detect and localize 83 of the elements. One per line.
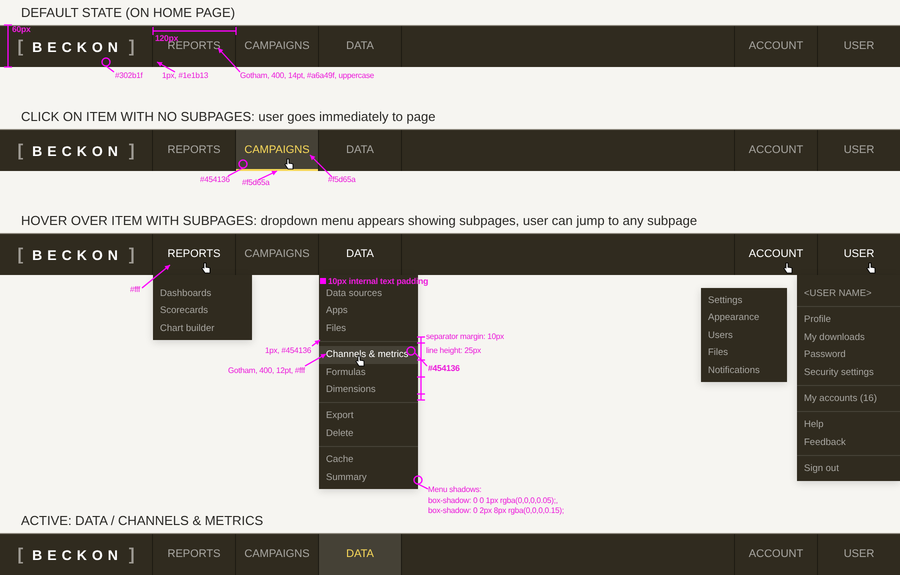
annotation-label: #f5d65a xyxy=(328,175,356,185)
hand-cursor-icon xyxy=(783,262,793,274)
annotation-label: 120px xyxy=(155,33,178,43)
section-heading: ACTIVE: DATA / CHANNELS & METRICS xyxy=(21,512,264,530)
logo[interactable]: [ BECKON ] xyxy=(17,138,134,164)
menu-item[interactable]: Data sources xyxy=(319,285,418,302)
menu-item[interactable]: Summary xyxy=(319,468,418,486)
annotation-label: #454136 xyxy=(200,175,230,185)
menu-item[interactable]: Cache xyxy=(319,451,418,469)
menu-item[interactable]: Dashboards xyxy=(153,285,252,302)
menu-item[interactable]: Security settings xyxy=(797,364,900,382)
nav-item[interactable]: DATA xyxy=(319,26,402,67)
dimension-line xyxy=(4,24,12,68)
nav-item[interactable]: DATA xyxy=(319,534,402,575)
callout-arrow xyxy=(304,353,326,367)
nav-item[interactable]: ACCOUNT xyxy=(734,130,817,171)
callout-marker xyxy=(101,57,114,72)
annotation-label: 1px, #1e1b13 xyxy=(162,71,208,81)
menu-item[interactable]: Help xyxy=(797,416,900,434)
menu-item[interactable]: Formulas xyxy=(319,364,418,382)
logo[interactable]: [ BECKON ] xyxy=(17,34,134,60)
menu-item[interactable]: Settings xyxy=(701,292,787,310)
annotation-label: box-shadow: 0 2px 8px rgba(0,0,0,0.15); xyxy=(428,506,564,516)
annotation-label: 1px, #454136 xyxy=(265,346,312,356)
callout-arrow xyxy=(142,264,170,288)
nav-item[interactable]: USER xyxy=(817,534,900,575)
menu-item[interactable]: Notifications xyxy=(701,362,787,380)
menu-item[interactable]: Delete xyxy=(319,424,418,442)
callout-arrow xyxy=(310,154,332,178)
menu-item[interactable]: Files xyxy=(701,344,787,362)
annotation-label: #302b1f xyxy=(115,71,143,81)
callout-marker xyxy=(228,159,248,177)
menu-item[interactable]: Profile xyxy=(797,311,900,329)
callout-arrow xyxy=(218,48,240,72)
section-heading: DEFAULT STATE (ON HOME PAGE) xyxy=(21,4,236,22)
annotation-label: Menu shadows: xyxy=(428,485,482,495)
menu-item[interactable]: Scorecards xyxy=(153,302,252,320)
menu-item[interactable]: Chart builder xyxy=(153,320,252,338)
annotation-label: #fff xyxy=(130,285,140,295)
menu-item[interactable]: Password xyxy=(797,346,900,364)
menu-item[interactable]: Files xyxy=(319,320,418,338)
logo[interactable]: [ BECKON ] xyxy=(17,242,134,268)
nav-item[interactable]: ACCOUNT xyxy=(734,26,817,67)
section-heading: HOVER OVER ITEM WITH SUBPAGES: dropdown menu appears showing subpages, user can jump to any subpage xyxy=(21,212,698,230)
annotation-label: box-shadow: 0 0 1px rgba(0,0,0,0.05);, xyxy=(428,496,558,506)
annotation-label: #f5d65a xyxy=(242,178,270,188)
menu-item[interactable]: Sign out xyxy=(797,460,900,478)
menu-item[interactable]: Apps xyxy=(319,302,418,320)
menu-item[interactable]: Users xyxy=(701,326,787,344)
annotation-label: separator margin: 10px xyxy=(426,332,504,342)
nav-item[interactable]: USER xyxy=(817,130,900,171)
nav-item[interactable]: CAMPAIGNS xyxy=(236,130,319,171)
menu-item[interactable]: Export xyxy=(319,407,418,425)
callout-arrow xyxy=(156,61,176,73)
nav-item[interactable]: DATA xyxy=(319,130,402,171)
hand-cursor-icon xyxy=(201,262,211,274)
annotation-label: line height: 25px xyxy=(426,346,481,356)
callout-arrow xyxy=(258,170,278,181)
annotation-label: Gotham, 400, 12pt, #fff xyxy=(228,366,305,376)
nav-item[interactable]: USER xyxy=(817,26,900,67)
menu-item[interactable]: Dimensions xyxy=(319,381,418,398)
annotation-label: #454136 xyxy=(428,363,460,373)
menu-item[interactable]: Channels & metrics xyxy=(319,346,418,364)
menu-item[interactable]: <USER NAME> xyxy=(797,285,900,302)
hand-cursor-icon xyxy=(284,158,294,170)
logo[interactable]: [ BECKON ] xyxy=(17,542,134,568)
callout-arrow xyxy=(312,340,320,346)
annotation-label: 60px xyxy=(12,24,31,34)
padding-marker xyxy=(320,278,326,284)
dimension-line xyxy=(417,336,425,401)
callout-marker xyxy=(413,475,428,490)
menu-item[interactable]: My accounts (16) xyxy=(797,390,900,408)
nav-item[interactable]: ACCOUNT xyxy=(734,534,817,575)
menu-item[interactable]: Appearance xyxy=(701,309,787,327)
hand-cursor-icon xyxy=(866,262,876,274)
nav-item[interactable]: CAMPAIGNS xyxy=(236,234,319,275)
callout-marker xyxy=(406,346,428,366)
nav-item[interactable]: CAMPAIGNS xyxy=(236,26,319,67)
nav-item[interactable]: REPORTS xyxy=(153,534,236,575)
section-heading: CLICK ON ITEM WITH NO SUBPAGES: user goes immediately to page xyxy=(21,108,436,126)
annotation-label: Gotham, 400, 14pt, #a6a49f, uppercase xyxy=(240,71,374,81)
menu-item[interactable]: Feedback xyxy=(797,434,900,452)
menu-item[interactable]: My downloads xyxy=(797,328,900,346)
